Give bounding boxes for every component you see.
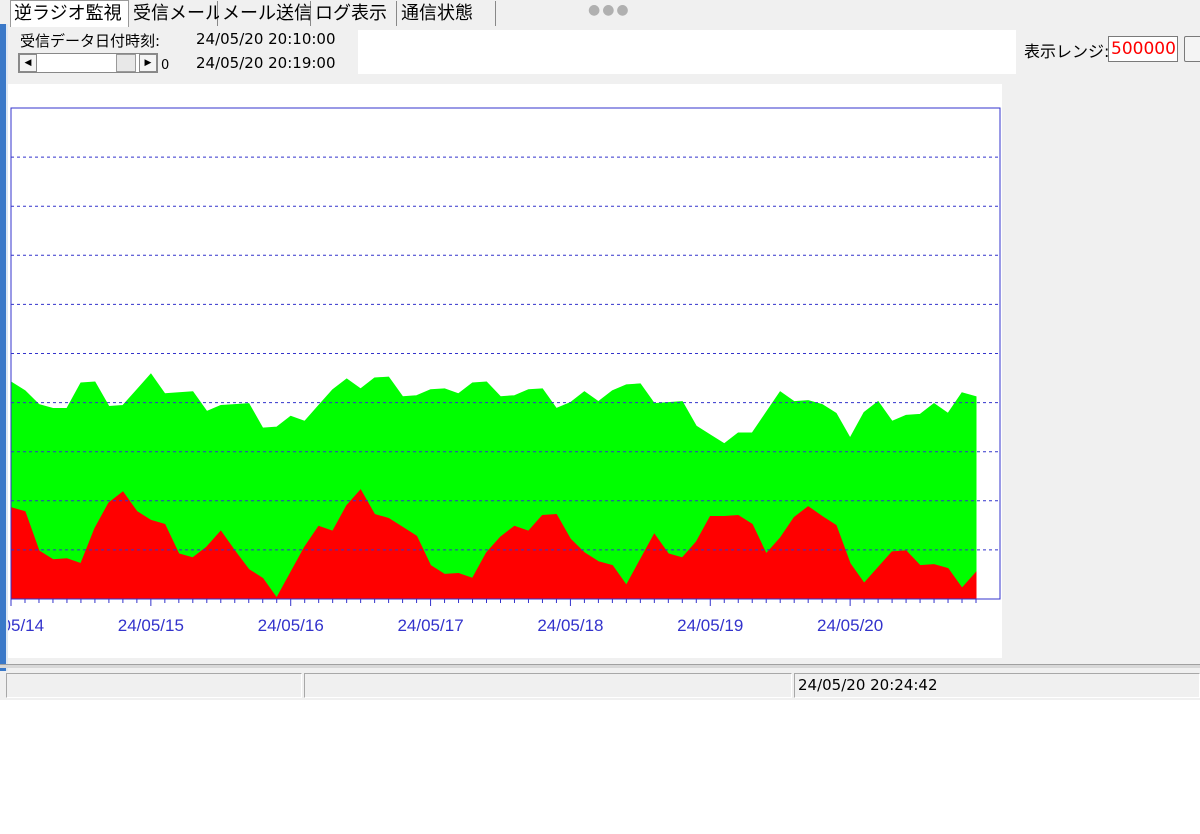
x-tick-label: 24/05/19 (677, 616, 743, 635)
status-bar: 24/05/20 20:24:42 (0, 671, 1200, 700)
time-scrollbar[interactable]: ◀ ▶ (18, 53, 158, 73)
chart-panel: 24/05/14 24/05/15 24/05/16 24/05/17 24/05/18… (8, 84, 1002, 658)
status-separator (0, 664, 1200, 668)
status-datetime: 24/05/20 20:24:42 (794, 673, 1200, 698)
tab-comm-status[interactable]: 通信状態 (398, 1, 496, 26)
more-dots-icon: ●●● (588, 2, 631, 18)
x-tick-label: 24/05/17 (397, 616, 463, 635)
display-range-input[interactable]: 500000 (1108, 36, 1178, 62)
x-tick-label: 24/05/15 (118, 616, 184, 635)
x-tick-label: 24/05/20 (817, 616, 883, 635)
scroll-thumb[interactable] (116, 54, 136, 72)
time-end-value: 24/05/20 20:19:00 (196, 54, 336, 72)
tab-log-view[interactable]: ログ表示 (312, 1, 397, 26)
tab-reverse-radio-monitor[interactable]: 逆ラジオ監視 (10, 0, 129, 27)
status-pane-1 (6, 673, 302, 698)
main-window: 逆ラジオ監視 受信メール メール送信 ログ表示 通信状態 ●●● 受信データ日付… (0, 0, 1200, 700)
display-range-button[interactable] (1184, 36, 1200, 62)
x-tick-label: 24/05/18 (537, 616, 603, 635)
status-pane-2 (304, 673, 792, 698)
x-tick-label: 24/05/16 (258, 616, 324, 635)
tab-bar: 逆ラジオ監視 受信メール メール送信 ログ表示 通信状態 ●●● (0, 0, 1200, 28)
scroll-left-arrow-icon[interactable]: ◀ (19, 54, 37, 72)
tab-received-mail[interactable]: 受信メール (130, 1, 223, 26)
display-range-label: 表示レンジ: (1024, 42, 1110, 61)
received-data-datetime-label: 受信データ日付時刻: (20, 32, 161, 50)
x-tick-label: 24/05/14 (8, 616, 44, 635)
time-start-value: 24/05/20 20:10:00 (196, 30, 336, 48)
tab-send-mail[interactable]: メール送信 (219, 1, 312, 26)
message-display-area (358, 30, 1016, 74)
scroll-value: 0 (161, 58, 170, 73)
chart-svg: 24/05/14 24/05/15 24/05/16 24/05/17 24/05/18… (8, 107, 1001, 635)
scroll-right-arrow-icon[interactable]: ▶ (139, 54, 157, 72)
